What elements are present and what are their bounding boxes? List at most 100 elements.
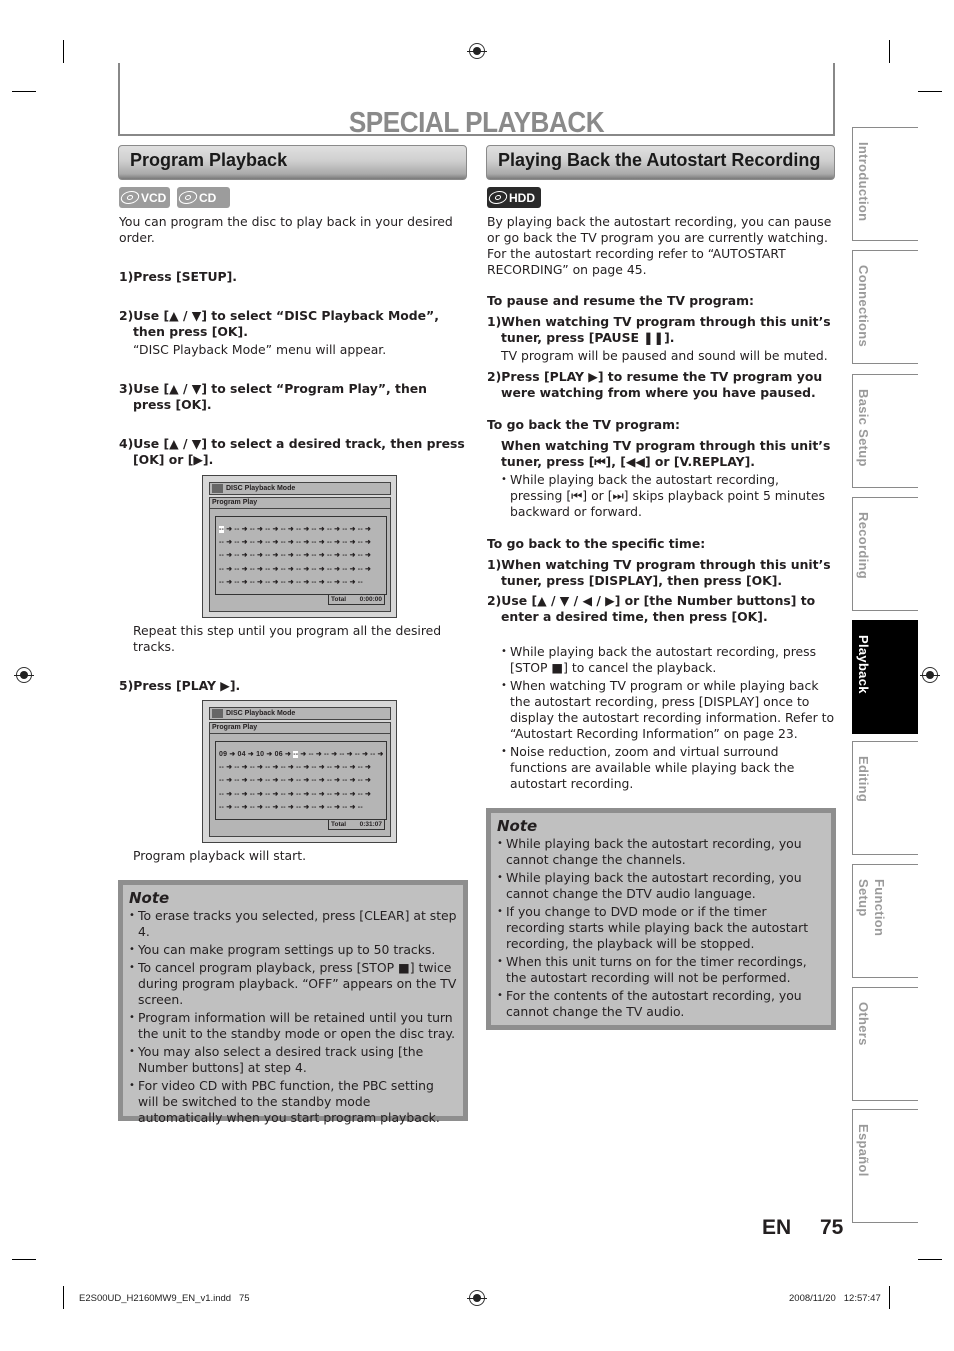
side-tab-function-setup[interactable]: Function Setup	[852, 864, 918, 978]
program-panel: Program Play -- ➜ -- ➜ -- ➜ -- ➜ -- ➜ --…	[209, 497, 391, 612]
footer-filename: E2S00UD_H2160MW9_EN_v1.indd 75	[79, 1293, 250, 1304]
side-tab-label: Basic Setup	[856, 389, 871, 467]
side-tab-label: Connections	[856, 265, 871, 348]
right-intro: By playing back the autostart recording,…	[487, 214, 832, 277]
side-tab-recording[interactable]: Recording	[852, 497, 918, 611]
side-tab-playback[interactable]: Playback	[852, 620, 918, 734]
arrow-icon: ➜	[301, 803, 312, 811]
pause-step-1-result: TV program will be paused and sound will…	[501, 348, 828, 363]
list-item: While playing back the autostart recordi…	[501, 644, 837, 676]
arrow-icon: ➜	[301, 539, 312, 547]
crop-mark	[12, 91, 36, 92]
goback-bullets: While playing back the autostart recordi…	[501, 472, 835, 522]
arrow-icon: ➜	[316, 764, 327, 772]
arrow-icon: ➜	[332, 578, 343, 586]
arrow-icon: ➜	[332, 565, 343, 573]
section-specific-time-title: To go back to the specific time:	[487, 536, 706, 551]
list-item: While playing back the autostart recordi…	[497, 836, 825, 868]
arrow-icon: ➜	[347, 526, 358, 533]
registration-mark-icon	[467, 43, 487, 59]
registration-mark-icon	[920, 667, 940, 683]
arrow-icon: ➜	[224, 803, 235, 811]
program-play-screen-empty: DISC Playback Mode Program Play -- ➜ -- …	[202, 475, 397, 618]
total-time: Total 0:00:00	[328, 594, 385, 605]
arrow-icon: ➜	[239, 578, 250, 586]
section-goback-title: To go back the TV program:	[487, 417, 680, 432]
arrow-icon: ➜	[227, 751, 238, 758]
arrow-icon: ➜	[347, 552, 358, 560]
arrow-icon: ➜	[285, 777, 297, 785]
arrow-icon: ➜	[347, 565, 358, 573]
arrow-icon: ➜	[224, 565, 235, 573]
arrow-icon: ➜	[285, 790, 297, 798]
arrow-icon: ➜	[254, 777, 266, 785]
step-2: 2)Use [▲ / ▼] to select “DISC Playback M…	[119, 308, 439, 339]
page-title: SPECIAL PLAYBACK	[348, 107, 605, 139]
list-item: To cancel program playback, press [STOP …	[129, 960, 457, 1008]
arrow-icon: ➜	[332, 777, 343, 785]
list-item: When this unit turns on for the timer re…	[497, 954, 825, 986]
crop-mark	[889, 40, 890, 63]
right-bullets: While playing back the autostart recordi…	[501, 644, 837, 794]
arrow-icon: ➜	[254, 764, 266, 772]
arrow-icon: ➜	[270, 790, 281, 798]
menu-icon	[212, 709, 223, 718]
side-tab-others[interactable]: Others	[852, 987, 918, 1101]
arrow-icon: ➜	[332, 539, 343, 547]
program-panel: Program Play 09 ➜ 04 ➜ 10 ➜ 06 ➜ -- ➜ --…	[209, 722, 391, 837]
list-item: You may also select a desired track usin…	[129, 1044, 457, 1076]
arrow-icon: ➜	[224, 578, 235, 586]
arrow-icon: ➜	[239, 526, 250, 533]
side-tab-label: Introduction	[856, 142, 871, 222]
track-slot: 09	[219, 751, 228, 758]
arrow-icon: ➜	[347, 578, 358, 586]
arrow-icon: ➜	[245, 751, 257, 758]
arrow-icon: ➜	[332, 790, 343, 798]
track-row: -- ➜ -- ➜ -- ➜ -- ➜ -- ➜ -- ➜ -- ➜ -- ➜ …	[219, 787, 383, 800]
hdd-badge: HDD	[487, 187, 541, 208]
note-title: Note	[497, 817, 538, 835]
arrow-icon: ➜	[270, 552, 281, 560]
side-tab-español[interactable]: Español	[852, 1109, 918, 1223]
disc-icon	[119, 191, 141, 204]
arrow-icon: ➜	[224, 790, 235, 798]
note-title: Note	[129, 889, 170, 907]
note-list: While playing back the autostart recordi…	[497, 836, 825, 1020]
arrow-icon: ➜	[332, 552, 343, 560]
track-grid: -- ➜ -- ➜ -- ➜ -- ➜ -- ➜ -- ➜ -- ➜ -- ➜ …	[215, 516, 387, 595]
arrow-icon: ➜	[362, 565, 372, 573]
list-item: To erase tracks you selected, press [CLE…	[129, 908, 457, 940]
step-1: 1)Press [SETUP].	[119, 269, 237, 284]
arrow-icon: ➜	[347, 764, 358, 772]
crop-mark	[918, 91, 942, 92]
track-slot: 04	[237, 751, 246, 758]
arrow-icon: ➜	[313, 751, 325, 758]
arrow-icon: ➜	[301, 777, 312, 785]
arrow-icon: ➜	[285, 539, 297, 547]
step-4-result: Repeat this step until you program all t…	[133, 623, 442, 654]
arrow-icon: ➜	[285, 552, 297, 560]
list-item: For the contents of the autostart record…	[497, 988, 825, 1020]
cd-badge: CD	[177, 187, 230, 208]
arrow-icon: ➜	[239, 539, 250, 547]
arrow-icon: ➜	[254, 552, 266, 560]
side-tab-connections[interactable]: Connections	[852, 250, 918, 364]
arrow-icon: ➜	[239, 803, 250, 811]
side-tab-basic-setup[interactable]: Basic Setup	[852, 374, 918, 488]
arrow-icon: ➜	[347, 777, 358, 785]
arrow-icon: ➜	[298, 751, 309, 758]
arrow-icon: ➜	[254, 790, 266, 798]
list-item: While playing back the autostart recordi…	[497, 870, 825, 902]
list-item: If you change to DVD mode or if the time…	[497, 904, 825, 952]
arrow-icon: ➜	[347, 803, 358, 811]
step-5: 5)Press [PLAY ▶].	[119, 678, 241, 693]
menu-title-bar: DISC Playback Mode	[209, 707, 391, 720]
track-row: -- ➜ -- ➜ -- ➜ -- ➜ -- ➜ -- ➜ -- ➜ -- ➜ …	[219, 535, 383, 548]
arrow-icon: ➜	[239, 777, 250, 785]
arrow-icon: ➜	[270, 578, 281, 586]
track-row: -- ➜ -- ➜ -- ➜ -- ➜ -- ➜ -- ➜ -- ➜ -- ➜ …	[219, 800, 383, 813]
side-tab-editing[interactable]: Editing	[852, 741, 918, 855]
step-2-result: “DISC Playback Mode” menu will appear.	[133, 342, 387, 357]
side-tab-introduction[interactable]: Introduction	[852, 127, 918, 241]
arrow-icon: ➜	[316, 539, 327, 547]
